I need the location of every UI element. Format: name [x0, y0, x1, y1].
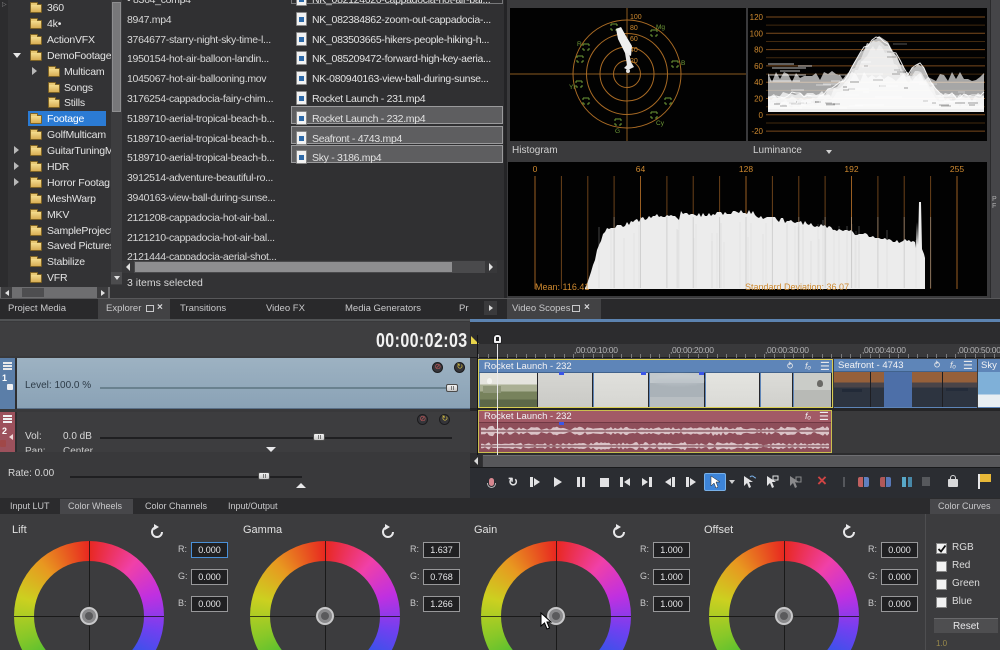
svg-text:20: 20	[754, 95, 763, 104]
svg-text:-20: -20	[751, 127, 763, 136]
svg-text:64: 64	[636, 164, 646, 174]
svg-text:100: 100	[630, 14, 642, 21]
svg-text:60: 60	[754, 62, 763, 71]
svg-text:100: 100	[750, 29, 764, 38]
svg-text:0: 0	[759, 111, 764, 120]
svg-text:R: R	[577, 41, 582, 48]
svg-text:60: 60	[630, 36, 638, 43]
svg-text:Mg: Mg	[656, 24, 665, 31]
svg-text:80: 80	[630, 25, 638, 32]
svg-text:192: 192	[844, 164, 858, 174]
svg-text:Yl: Yl	[569, 84, 575, 91]
svg-text:Cy: Cy	[656, 120, 665, 127]
svg-text:255: 255	[950, 164, 964, 174]
svg-text:80: 80	[754, 46, 763, 55]
svg-text:120: 120	[750, 13, 764, 22]
svg-text:40: 40	[754, 78, 763, 87]
svg-text:0: 0	[533, 164, 538, 174]
svg-text:B: B	[681, 60, 685, 67]
svg-text:128: 128	[739, 164, 753, 174]
svg-text:G: G	[615, 128, 620, 135]
